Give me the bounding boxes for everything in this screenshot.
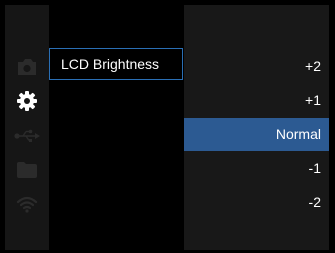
camera-settings-screen: LCD Brightness +2 +1 Normal -1 -2 bbox=[5, 5, 329, 250]
option-normal[interactable]: Normal bbox=[184, 118, 329, 151]
brightness-options-list: +2 +1 Normal -1 -2 bbox=[184, 5, 329, 250]
option-plus-1[interactable]: +1 bbox=[184, 84, 329, 117]
option-minus-2[interactable]: -2 bbox=[184, 186, 329, 219]
gear-icon[interactable] bbox=[14, 90, 40, 112]
usb-icon[interactable] bbox=[14, 125, 40, 147]
menu-item-lcd-brightness[interactable]: LCD Brightness bbox=[49, 48, 183, 80]
option-plus-2[interactable]: +2 bbox=[184, 50, 329, 83]
wifi-icon[interactable] bbox=[14, 193, 40, 215]
sidebar bbox=[5, 5, 49, 250]
option-minus-1[interactable]: -1 bbox=[184, 152, 329, 185]
camera-icon[interactable] bbox=[14, 56, 40, 78]
folder-icon[interactable] bbox=[14, 159, 40, 181]
settings-menu: LCD Brightness bbox=[49, 5, 184, 250]
